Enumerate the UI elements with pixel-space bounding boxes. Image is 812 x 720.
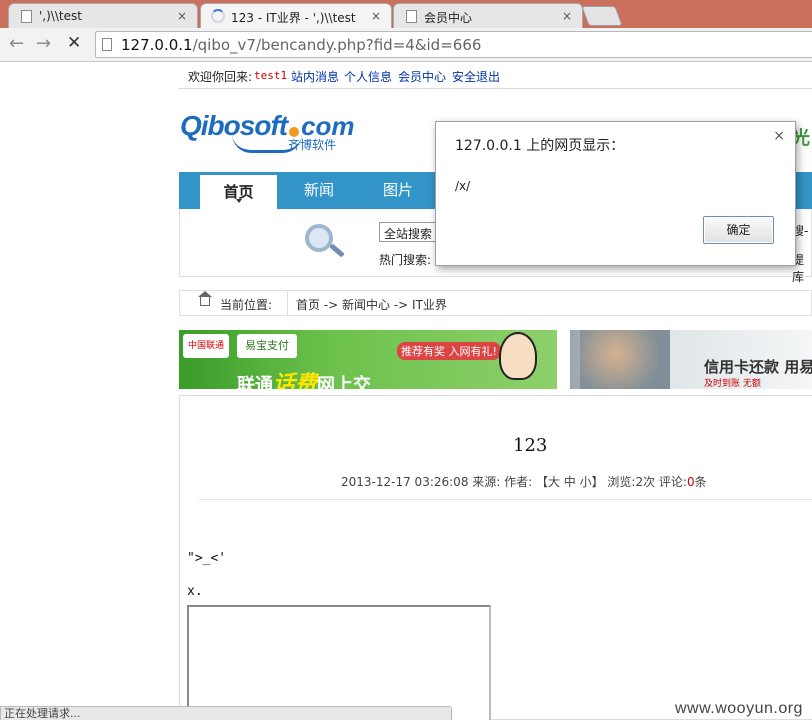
cartoon-girl-image: [499, 332, 537, 380]
link-member-center[interactable]: 会员中心: [398, 68, 446, 85]
status-bar: 正在处理请求...: [0, 706, 452, 720]
tab-title: 会员中心: [424, 11, 473, 25]
breadcrumb-label: 当前位置:: [220, 298, 273, 312]
credit-card-subline: 及时到账 无额: [704, 379, 761, 389]
hot-search-label: 热门搜索:: [379, 253, 432, 267]
injected-textarea[interactable]: [187, 605, 491, 720]
tab-close-icon[interactable]: ×: [177, 9, 187, 23]
address-bar[interactable]: 127.0.0.1/qibo_v7/bencandy.php?fid=4&id=…: [95, 31, 812, 58]
page-icon: [102, 38, 112, 51]
back-arrow-icon[interactable]: ←: [9, 33, 24, 54]
banner-headline: 联通话费网上交: [237, 366, 371, 389]
ad-banner-unicom[interactable]: 中国联通 易宝支付 推荐有奖 入网有礼! 联通话费网上交: [179, 330, 557, 389]
forward-arrow-icon[interactable]: →: [36, 33, 51, 54]
nav-item-images[interactable]: 图片: [359, 172, 437, 209]
url-host: 127.0.0.1: [121, 36, 193, 54]
ok-button[interactable]: 确定: [703, 216, 774, 244]
breadcrumb-divider: [287, 291, 288, 315]
link-logout[interactable]: 安全退出: [452, 68, 500, 85]
tab-close-icon[interactable]: ×: [371, 9, 381, 23]
article-body-line: ">_<': [187, 551, 227, 566]
alert-dialog: 127.0.0.1 上的网页显示： × /x/ 确定: [435, 121, 796, 266]
url-path: /qibo_v7/bencandy.php?fid=4&id=666: [192, 36, 482, 54]
user-bar: 欢迎你回来: test1 站内消息 个人信息 会员中心 安全退出: [178, 62, 812, 89]
dialog-message: /x/: [455, 179, 471, 193]
comment-count: 0: [686, 475, 695, 489]
username: test1: [254, 69, 288, 82]
article-body-line: x.: [187, 584, 203, 599]
banner-person-image: [580, 330, 670, 389]
logo-brand-cn: 齐博软件: [288, 138, 337, 152]
breadcrumb-path[interactable]: 首页 -> 新闻中心 -> IT业界: [296, 296, 447, 313]
tab-3[interactable]: 会员中心 ×: [393, 3, 583, 28]
credit-card-headline: 信用卡还款 用易: [704, 358, 812, 376]
tab-2-active[interactable]: 123 - IT业界 - ',)\\test ×: [200, 3, 392, 28]
page-icon: [406, 10, 417, 23]
yeepay-logo: 易宝支付: [237, 334, 297, 358]
banner-headline-highlight: 话费: [273, 372, 318, 389]
page-icon: [21, 10, 32, 23]
promo-badge: 推荐有奖 入网有礼!: [397, 342, 501, 360]
article-meta: 2013-12-17 03:26:08 来源: 作者: 【大 中 小】 浏览:2…: [341, 473, 707, 490]
url-text: 127.0.0.1/qibo_v7/bencandy.php?fid=4&id=…: [121, 36, 481, 54]
article-title: 123: [513, 435, 548, 456]
stop-icon[interactable]: ✕: [67, 33, 81, 53]
loading-spinner-icon: [211, 9, 225, 23]
banner-headline-suffix: 网上交: [317, 375, 372, 389]
breadcrumb: 当前位置: 首页 -> 新闻中心 -> IT业界: [179, 290, 812, 316]
tab-title: ',)\\test: [39, 9, 82, 23]
welcome-text: 欢迎你回来:: [188, 70, 253, 84]
tab-1[interactable]: ',)\\test ×: [8, 3, 198, 28]
tab-strip: ',)\\test × 123 - IT业界 - ',)\\test × 会员中…: [0, 0, 812, 28]
nav-item-news[interactable]: 新闻: [280, 172, 358, 209]
banner-headline-prefix: 联通: [237, 375, 273, 389]
link-messages[interactable]: 站内消息: [291, 68, 339, 85]
tab-close-icon[interactable]: ×: [562, 9, 572, 23]
search-scope-select[interactable]: 全站搜索: [379, 222, 439, 242]
watermark: www.wooyun.org: [675, 700, 803, 717]
article-meta-text: 2013-12-17 03:26:08 来源: 作者: 【大 中 小】 浏览:2…: [341, 475, 687, 489]
tab-title: 123 - IT业界 - ',)\\test: [231, 11, 356, 25]
meta-divider: [199, 499, 812, 500]
browser-toolbar: ← → ✕ 127.0.0.1/qibo_v7/bencandy.php?fid…: [0, 28, 812, 62]
dialog-title: 127.0.0.1 上的网页显示：: [455, 138, 625, 154]
new-tab-button[interactable]: [581, 6, 623, 26]
close-icon[interactable]: ×: [773, 128, 785, 144]
link-profile[interactable]: 个人信息: [344, 68, 392, 85]
nav-item-home[interactable]: 首页: [200, 175, 277, 209]
ad-banner-credit-card[interactable]: 信用卡还款 用易 及时到账 无额: [570, 330, 812, 389]
magnifier-icon: [305, 224, 333, 252]
article-meta-suffix: 条: [694, 475, 707, 489]
site-logo[interactable]: Qibosoft com 齐博软件: [180, 110, 355, 153]
home-icon: [198, 291, 212, 306]
unicom-logo: 中国联通: [183, 334, 229, 358]
